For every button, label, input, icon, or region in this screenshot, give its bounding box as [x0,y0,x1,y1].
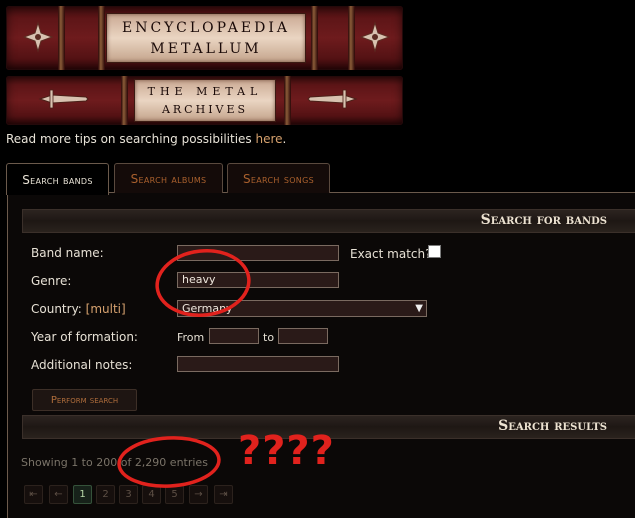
tab-search-songs[interactable]: Search songs [227,163,330,193]
logo-text-line2: ARCHIVES [161,103,249,116]
spine-band [121,76,128,125]
country-label: Country: [multi] [31,302,126,316]
search-section-header: Search for bands [22,209,635,233]
country-label-text: Country: [31,302,86,316]
tab-search-bands[interactable]: Search bands [6,163,109,195]
logo-text-line1: THE METAL [147,85,263,98]
exact-match-checkbox[interactable] [428,245,441,258]
results-entries-info: Showing 1 to 200 of 2,290 entries [21,456,208,469]
exact-match-label: Exact match? [350,247,432,261]
country-multi-link[interactable]: [multi] [86,302,126,316]
ornament-icon [22,21,54,53]
sword-ornament-icon [38,89,89,109]
ornament-icon [359,21,391,53]
prev-page-button[interactable]: ← [49,485,68,504]
logo-label: ENCYCLOPAEDIA METALLUM [106,13,306,63]
year-to-label: to [263,331,275,344]
spine-band [58,6,65,70]
tips-link[interactable]: here [256,132,283,146]
logo-text-line1: ENCYCLOPAEDIA [122,20,290,36]
page: ENCYCLOPAEDIA METALLUM THE METAL ARCHIVE… [0,0,635,518]
section-title: Search for bands [480,212,607,228]
spine-band [348,6,355,70]
band-name-label: Band name: [31,246,104,260]
next-page-button[interactable]: → [189,485,208,504]
year-label: Year of formation: [31,330,138,344]
chevron-down-icon: ▼ [415,303,423,314]
genre-input[interactable]: heavy [177,272,339,288]
spine-band [311,6,318,70]
search-tips-text: Read more tips on searching possibilitie… [6,132,286,146]
page-button-5[interactable]: 5 [165,485,184,504]
site-logo-metal-archives[interactable]: THE METAL ARCHIVES [6,76,403,125]
annotation-question-marks: ???? [238,428,335,474]
tips-suffix: . [282,132,287,146]
page-button-3[interactable]: 3 [119,485,138,504]
last-page-button[interactable]: ⇥ [214,485,233,504]
genre-label: Genre: [31,274,72,288]
year-from-label: From [177,331,205,344]
first-page-button[interactable]: ⇤ [24,485,43,504]
page-button-4[interactable]: 4 [142,485,161,504]
site-logo-encyclopaedia-metallum[interactable]: ENCYCLOPAEDIA METALLUM [6,6,403,70]
section-title: Search results [498,418,607,434]
logo-label: THE METAL ARCHIVES [134,79,276,122]
notes-label: Additional notes: [31,358,133,372]
tips-prefix: Read more tips on searching possibilitie… [6,132,256,146]
additional-notes-input[interactable] [177,356,339,372]
spine-band [98,6,105,70]
year-to-input[interactable] [278,328,328,344]
page-button-2[interactable]: 2 [96,485,115,504]
country-select[interactable]: Germany ▼ [177,300,427,317]
page-button-1[interactable]: 1 [73,485,92,504]
logo-text-line2: METALLUM [150,41,262,57]
country-select-value: Germany [182,302,233,315]
band-name-input[interactable] [177,245,339,261]
sword-ornament-icon [307,89,358,109]
tab-search-albums[interactable]: Search albums [114,163,223,193]
year-from-input[interactable] [209,328,259,344]
perform-search-button[interactable]: Perform search [32,389,137,411]
spine-band [284,76,291,125]
